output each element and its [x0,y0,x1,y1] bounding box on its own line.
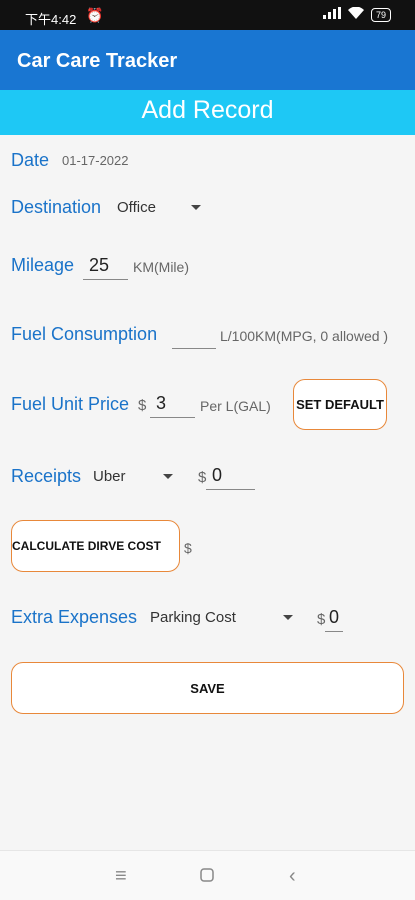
drive-cost-currency: $ [184,540,192,556]
receipts-label: Receipts [11,466,82,486]
destination-selected: Office [117,199,156,216]
signal-icon [322,7,341,22]
fuel-price-currency: $ [138,397,147,414]
page-title: Add Record [0,90,415,135]
set-default-button[interactable]: SET DEFAULT [293,379,387,430]
extra-expenses-selected: Parking Cost [150,609,236,626]
battery-icon: 79 [370,7,391,22]
alarm-icon: ⏰ [86,7,104,23]
receipts-input[interactable]: 0 [206,464,255,490]
fuel-consumption-input[interactable] [172,323,216,349]
app-title: Car Care Tracker [17,50,178,72]
date-label: Date [11,150,50,170]
mileage-unit: KM(Mile) [133,259,189,275]
app-bar: Car Care Tracker [0,30,415,90]
fuel-price-unit: Per L(GAL) [200,398,271,414]
extra-expenses-label: Extra Expenses [11,607,138,627]
status-bar: 下午4:42 ⏰ 79 [0,0,415,30]
destination-dropdown[interactable]: Office [116,196,208,220]
menu-icon[interactable]: ≡ [115,866,127,886]
wifi-icon [347,6,364,22]
fuel-unit-price-input[interactable]: 3 [150,392,195,418]
date-value[interactable]: 01-17-2022 [62,153,129,168]
back-icon[interactable]: ‹ [289,866,296,886]
chevron-down-icon [283,615,293,620]
calculate-drive-cost-button[interactable]: CALCULATE DIRVE COST [11,520,180,572]
extra-expenses-input[interactable]: 0 [325,606,343,632]
status-icons: 79 [322,6,391,22]
fuel-consumption-label: Fuel Consumption [11,324,158,344]
destination-label: Destination [11,197,102,217]
chevron-down-icon [163,474,173,479]
system-nav-bar: ≡ ‹ [0,850,415,900]
receipts-selected: Uber [93,468,126,485]
mileage-input[interactable]: 25 [83,254,128,280]
fuel-consumption-unit: L/100KM(MPG, 0 allowed ) [220,328,389,344]
fuel-unit-price-label: Fuel Unit Price [11,394,130,414]
save-button[interactable]: SAVE [11,662,404,714]
receipts-dropdown[interactable]: Uber [93,465,179,489]
chevron-down-icon [191,205,201,210]
home-icon[interactable] [200,867,214,885]
status-time: 下午4:42 [25,12,77,27]
extra-expenses-dropdown[interactable]: Parking Cost [149,606,295,630]
mileage-label: Mileage [11,255,75,275]
